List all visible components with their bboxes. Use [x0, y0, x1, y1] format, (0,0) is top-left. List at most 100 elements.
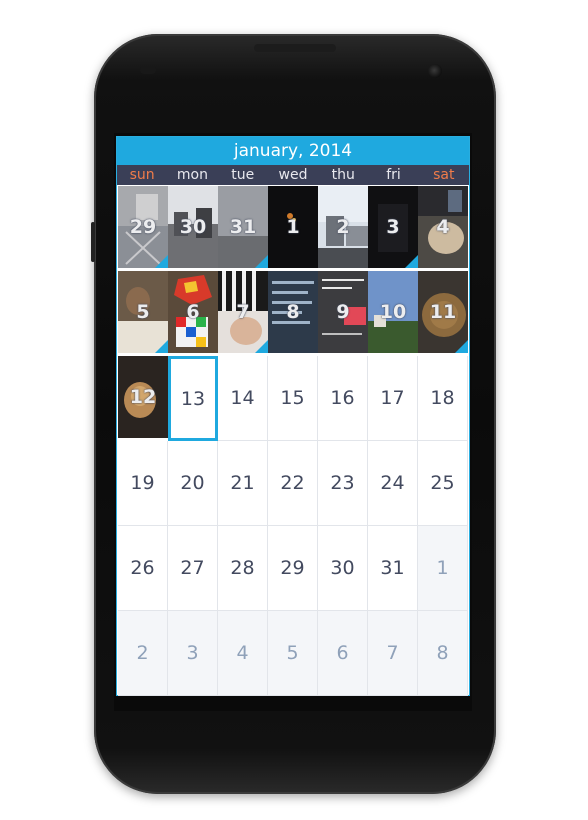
day-number: 6	[336, 642, 349, 664]
photo-corner-marker	[155, 340, 168, 353]
day-cell[interactable]: 28	[218, 526, 268, 611]
day-cell-photo[interactable]: 9	[318, 271, 368, 353]
day-cell[interactable]: 16	[318, 356, 368, 441]
day-cell-photo[interactable]: 1	[268, 186, 318, 268]
day-number: 21	[230, 472, 255, 494]
day-cell-photo[interactable]: 7	[218, 271, 268, 353]
weekday-sat: sat	[433, 167, 455, 183]
day-cell-photo[interactable]: 8	[268, 271, 318, 353]
day-number: 4	[236, 642, 249, 664]
day-number: 4	[436, 216, 450, 238]
day-number: 29	[280, 557, 305, 579]
day-cell-photo[interactable]: 31	[218, 186, 268, 268]
day-number: 6	[186, 301, 200, 323]
day-number: 10	[379, 301, 407, 323]
day-cell-next-month[interactable]: 1	[418, 526, 468, 611]
day-number: 7	[386, 642, 399, 664]
day-number: 17	[380, 387, 405, 409]
day-cell[interactable]: 24	[368, 441, 418, 526]
day-cell-next-month[interactable]: 6	[318, 611, 368, 696]
day-cell-photo[interactable]: 6	[168, 271, 218, 353]
day-number: 3	[186, 642, 199, 664]
day-number: 16	[330, 387, 355, 409]
day-number: 2	[336, 216, 350, 238]
day-cell-photo[interactable]: 3	[368, 186, 418, 268]
day-cell-photo[interactable]: 12	[118, 356, 168, 438]
photo-corner-marker	[405, 255, 418, 268]
day-cell-next-month[interactable]: 8	[418, 611, 468, 696]
weekday-header: sun mon tue wed thu fri sat	[117, 165, 469, 185]
day-cell-photo[interactable]: 29	[118, 186, 168, 268]
day-number: 1	[436, 557, 449, 579]
day-cell-photo[interactable]: 2	[318, 186, 368, 268]
day-number: 24	[380, 472, 405, 494]
day-cell-photo[interactable]: 30	[168, 186, 218, 268]
front-camera	[428, 64, 442, 78]
day-cell[interactable]: 30	[318, 526, 368, 611]
day-cell[interactable]: 15	[268, 356, 318, 441]
day-cell[interactable]: 25	[418, 441, 468, 526]
weekday-tue: tue	[231, 167, 255, 183]
day-cell[interactable]: 14	[218, 356, 268, 441]
photo-corner-marker	[255, 255, 268, 268]
day-cell[interactable]: 20	[168, 441, 218, 526]
day-number: 13	[180, 387, 206, 410]
day-cell-next-month[interactable]: 2	[118, 611, 168, 696]
day-number: 15	[280, 387, 305, 409]
day-number: 3	[386, 216, 400, 238]
proximity-sensor	[140, 66, 156, 74]
day-cell-photo[interactable]: 5	[118, 271, 168, 353]
day-number: 28	[230, 557, 255, 579]
day-number: 18	[430, 387, 455, 409]
day-number: 5	[136, 301, 150, 323]
day-number: 27	[180, 557, 205, 579]
day-cell-photo[interactable]: 10	[368, 271, 418, 353]
day-number: 30	[330, 557, 355, 579]
day-cell[interactable]: 29	[268, 526, 318, 611]
day-cell[interactable]: 31	[368, 526, 418, 611]
day-cell[interactable]: 22	[268, 441, 318, 526]
day-cell-today[interactable]: 13	[168, 356, 218, 441]
day-number: 2	[136, 642, 149, 664]
day-cell[interactable]: 21	[218, 441, 268, 526]
day-number: 11	[429, 301, 457, 323]
weekday-sun: sun	[129, 167, 155, 183]
photo-corner-marker	[155, 255, 168, 268]
day-cell-photo[interactable]: 11	[418, 271, 468, 353]
day-number: 12	[129, 386, 157, 408]
month-title[interactable]: january, 2014	[117, 137, 469, 165]
day-number: 9	[336, 301, 350, 323]
day-number: 31	[229, 216, 257, 238]
day-cell[interactable]: 23	[318, 441, 368, 526]
weekday-fri: fri	[386, 167, 401, 183]
photo-corner-marker	[455, 340, 468, 353]
day-cell-next-month[interactable]: 4	[218, 611, 268, 696]
day-number: 23	[330, 472, 355, 494]
day-cell[interactable]: 17	[368, 356, 418, 441]
day-cell-photo[interactable]: 4	[418, 186, 468, 268]
day-cell-next-month[interactable]: 7	[368, 611, 418, 696]
day-grid: 29 30 31 1 2 3 4 5 6 7 8 9 10 11 12 13 1…	[118, 186, 468, 696]
day-cell[interactable]: 26	[118, 526, 168, 611]
day-number: 29	[129, 216, 157, 238]
day-number: 20	[180, 472, 205, 494]
day-number: 7	[236, 301, 250, 323]
day-cell[interactable]: 19	[118, 441, 168, 526]
screen-bottom-bezel	[114, 697, 472, 711]
day-number: 31	[380, 557, 405, 579]
day-number: 5	[286, 642, 299, 664]
day-cell-next-month[interactable]: 5	[268, 611, 318, 696]
day-cell-next-month[interactable]: 3	[168, 611, 218, 696]
day-number: 19	[130, 472, 155, 494]
day-cell[interactable]: 27	[168, 526, 218, 611]
day-number: 26	[130, 557, 155, 579]
day-number: 25	[430, 472, 455, 494]
weekday-thu: thu	[331, 167, 355, 183]
volume-button	[91, 222, 95, 262]
day-number: 30	[179, 216, 207, 238]
day-cell[interactable]: 18	[418, 356, 468, 441]
day-number: 22	[280, 472, 305, 494]
weekday-mon: mon	[176, 167, 208, 183]
weekday-wed: wed	[278, 167, 308, 183]
calendar-view: january, 2014 sun mon tue wed thu fri sa…	[116, 136, 470, 696]
